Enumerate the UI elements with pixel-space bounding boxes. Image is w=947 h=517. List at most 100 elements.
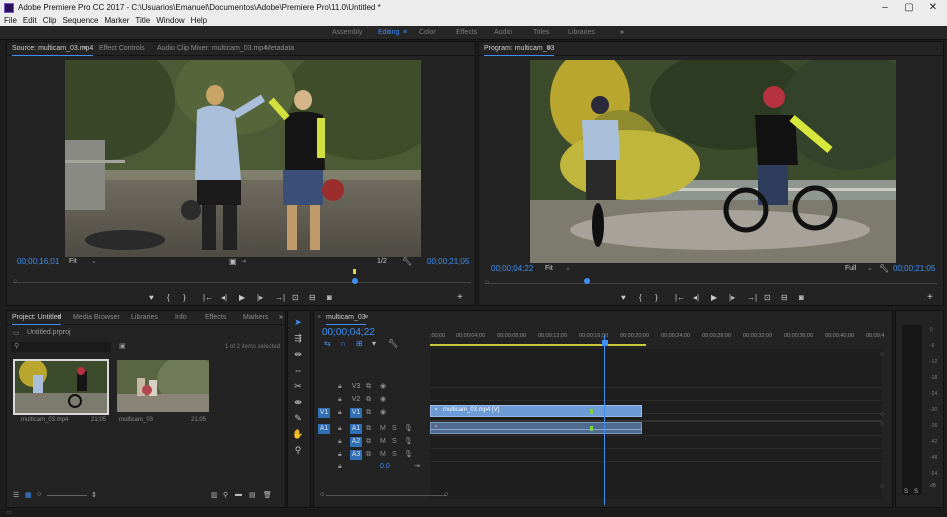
- lock-icon[interactable]: 🔒︎: [338, 394, 342, 406]
- tab-menu-icon[interactable]: ≡: [57, 311, 61, 324]
- mark-out-icon[interactable]: }: [655, 292, 658, 304]
- source-fit-dropdown[interactable]: Fit: [69, 258, 77, 265]
- zoom-tool-icon[interactable]: ⚲: [290, 443, 306, 457]
- rate-stretch-tool-icon[interactable]: ⇔: [290, 363, 306, 377]
- time-ruler[interactable]: ;00;00 00;00;04;00 00;00;08;00 00;00;12;…: [430, 333, 890, 343]
- source-patch-a1[interactable]: A1: [318, 424, 330, 434]
- go-to-out-icon[interactable]: →|: [275, 292, 285, 304]
- marker-icon[interactable]: ♥: [149, 292, 154, 304]
- tab-markers[interactable]: Markers: [243, 311, 268, 324]
- lift-icon[interactable]: ⊡: [764, 292, 771, 304]
- mute-button[interactable]: M: [380, 423, 386, 435]
- workspace-editing[interactable]: Editing: [378, 26, 399, 40]
- menu-window[interactable]: Window: [156, 16, 184, 25]
- program-fit-dropdown[interactable]: Fit: [545, 265, 553, 272]
- track-label[interactable]: A2: [350, 437, 362, 447]
- overwrite-clip-icon[interactable]: ⊟: [309, 292, 316, 304]
- mute-button[interactable]: M: [380, 436, 386, 448]
- camera-icon[interactable]: ◙: [799, 292, 804, 304]
- maximize-button[interactable]: ▢: [897, 0, 921, 16]
- nest-icon[interactable]: ⇆: [324, 339, 331, 348]
- solo-button[interactable]: S: [392, 436, 397, 448]
- list-view-icon[interactable]: ☰: [13, 491, 19, 499]
- close-icon[interactable]: ×: [317, 311, 321, 324]
- tab-media-browser[interactable]: Media Browser: [73, 311, 120, 324]
- track-select-tool-icon[interactable]: ⇶: [290, 331, 306, 345]
- wrench-icon[interactable]: 🔧︎: [402, 257, 412, 266]
- menu-clip[interactable]: Clip: [43, 16, 57, 25]
- find-icon[interactable]: ⚲: [223, 491, 228, 499]
- panel-overflow-icon[interactable]: »: [279, 311, 283, 324]
- video-clip[interactable]: ▪ multicam_03.mp4 [V]: [430, 405, 642, 417]
- workspace-titles[interactable]: Titles: [533, 26, 549, 40]
- mute-button[interactable]: M: [380, 449, 386, 461]
- mark-out-icon[interactable]: }: [183, 292, 186, 304]
- ripple-edit-tool-icon[interactable]: ⇹: [290, 347, 306, 361]
- step-back-icon[interactable]: ◂|: [221, 292, 227, 304]
- add-button-icon[interactable]: +: [457, 292, 463, 304]
- search-input[interactable]: [11, 342, 111, 352]
- track-label[interactable]: V1: [350, 408, 362, 418]
- tab-libraries[interactable]: Libraries: [131, 311, 158, 324]
- microphone-icon[interactable]: 🎙︎: [404, 449, 413, 461]
- menu-marker[interactable]: Marker: [105, 16, 130, 25]
- extract-icon[interactable]: ⊟: [781, 292, 788, 304]
- workspace-overflow-icon[interactable]: »: [620, 26, 624, 40]
- chevron-down-icon[interactable]: ⌄: [867, 264, 873, 272]
- eye-icon[interactable]: ◉: [380, 381, 386, 393]
- menu-help[interactable]: Help: [191, 16, 207, 25]
- menu-file[interactable]: File: [4, 16, 17, 25]
- add-marker-icon[interactable]: ▾: [372, 339, 376, 348]
- lock-icon[interactable]: 🔒︎: [338, 461, 342, 473]
- source-scale-dropdown[interactable]: 1/2: [377, 258, 387, 265]
- tab-metadata[interactable]: Metadata: [265, 42, 294, 55]
- zoom-slider[interactable]: [47, 495, 87, 496]
- vertical-scroll-handle[interactable]: ○: [880, 483, 884, 490]
- workspace-color[interactable]: Color: [419, 26, 436, 40]
- pen-tool-icon[interactable]: ✎: [290, 411, 306, 425]
- solo-left-button[interactable]: S: [904, 489, 908, 495]
- program-playhead[interactable]: [584, 278, 590, 284]
- tab-menu-icon[interactable]: ≡: [364, 311, 368, 324]
- add-button-icon[interactable]: +: [927, 292, 933, 304]
- menu-edit[interactable]: Edit: [23, 16, 37, 25]
- tracks-area[interactable]: ▪ multicam_03.mp4 [V] ▪: [430, 349, 882, 499]
- master-volume-value[interactable]: 0.0: [380, 461, 390, 473]
- tab-program[interactable]: Program: multicam_03: [484, 42, 555, 56]
- source-patch-v1[interactable]: V1: [318, 408, 330, 418]
- source-scrubber-track[interactable]: [13, 282, 471, 283]
- new-item-icon[interactable]: ▤: [249, 491, 256, 499]
- insert-clip-icon[interactable]: ⊡: [292, 292, 299, 304]
- sync-lock-icon[interactable]: ⧉: [366, 423, 371, 435]
- chevron-down-icon[interactable]: ⌄: [91, 257, 97, 265]
- mark-in-icon[interactable]: {: [167, 292, 170, 304]
- workspace-audio[interactable]: Audio: [494, 26, 512, 40]
- tab-menu-icon[interactable]: ≡: [547, 42, 551, 55]
- eye-icon[interactable]: ◉: [380, 394, 386, 406]
- project-item-thumbnail[interactable]: [117, 360, 209, 412]
- play-icon[interactable]: ▶: [239, 292, 245, 304]
- workspace-menu-icon[interactable]: ≡: [403, 26, 407, 40]
- go-to-out-icon[interactable]: →|: [747, 292, 757, 304]
- track-label[interactable]: A1: [350, 424, 362, 434]
- trash-icon[interactable]: 🗑︎: [263, 491, 272, 499]
- timeline-playhead[interactable]: [604, 335, 605, 505]
- lock-icon[interactable]: 🔒︎: [338, 449, 342, 461]
- source-playhead[interactable]: [352, 278, 358, 284]
- solo-button[interactable]: S: [392, 423, 397, 435]
- hand-tool-icon[interactable]: ✋: [290, 427, 306, 441]
- go-to-end-icon[interactable]: ⇥: [414, 461, 420, 473]
- icon-view-icon[interactable]: ▦: [25, 491, 32, 499]
- tab-effect-controls[interactable]: Effect Controls: [99, 42, 145, 55]
- sync-lock-icon[interactable]: ⧉: [366, 449, 371, 461]
- linked-selection-icon[interactable]: ⊞: [356, 339, 363, 348]
- sync-lock-icon[interactable]: ⧉: [366, 381, 371, 393]
- eye-icon[interactable]: ◉: [380, 407, 386, 419]
- vertical-scroll-handle[interactable]: ○: [880, 421, 884, 428]
- menu-sequence[interactable]: Sequence: [62, 16, 98, 25]
- timeline-timecode[interactable]: 00;00;04;22: [322, 327, 375, 338]
- track-label[interactable]: A3: [350, 450, 362, 460]
- scrollbar-start-handle[interactable]: ○: [320, 491, 324, 498]
- audio-clip[interactable]: ▪: [430, 422, 642, 434]
- razor-tool-icon[interactable]: ✂: [290, 379, 306, 393]
